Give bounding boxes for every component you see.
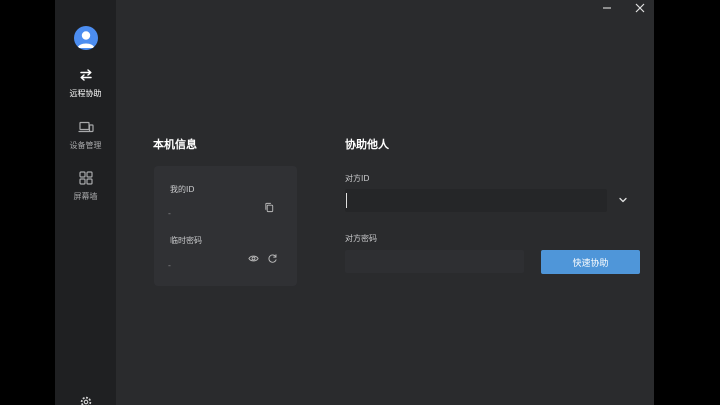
settings-gear-icon[interactable]	[79, 395, 93, 405]
quick-assist-button[interactable]: 快速协助	[541, 250, 640, 274]
close-icon[interactable]	[632, 2, 648, 14]
refresh-icon[interactable]	[267, 253, 278, 264]
grid-icon	[78, 171, 93, 185]
sidebar-item-screen-wall[interactable]: 屏幕墙	[55, 170, 116, 202]
chevron-down-icon[interactable]	[618, 195, 628, 205]
user-avatar[interactable]	[74, 26, 98, 50]
remote-password-label: 对方密码	[345, 234, 377, 243]
app-window: 远程协助 设备管理 屏幕墙 本机信息 我的ID - 临时密码 - 协助他人 对方…	[55, 0, 654, 405]
sidebar: 远程协助 设备管理 屏幕墙	[55, 0, 116, 405]
devices-icon	[77, 121, 94, 133]
swap-arrows-icon	[79, 69, 92, 81]
sidebar-item-label: 远程协助	[69, 89, 102, 98]
my-id-value: -	[168, 209, 171, 218]
user-icon	[77, 31, 95, 48]
copy-icon[interactable]	[264, 202, 275, 213]
sidebar-item-label: 屏幕墙	[73, 192, 98, 201]
text-caret	[346, 193, 347, 208]
remote-id-input[interactable]	[345, 189, 607, 212]
my-id-label: 我的ID	[170, 185, 195, 194]
sidebar-item-device-management[interactable]: 设备管理	[55, 119, 116, 151]
temp-password-label: 临时密码	[170, 236, 202, 245]
temp-password-value: -	[168, 261, 171, 270]
minimize-icon[interactable]	[599, 2, 615, 14]
sidebar-item-remote-assist[interactable]: 远程协助	[55, 67, 116, 99]
sidebar-item-label: 设备管理	[69, 141, 102, 150]
remote-id-label: 对方ID	[345, 174, 370, 183]
local-info-title: 本机信息	[153, 138, 197, 151]
assist-others-title: 协助他人	[345, 138, 389, 151]
eye-icon[interactable]	[248, 253, 259, 264]
local-info-card: 我的ID - 临时密码 -	[154, 166, 297, 286]
remote-password-input[interactable]	[345, 250, 524, 273]
